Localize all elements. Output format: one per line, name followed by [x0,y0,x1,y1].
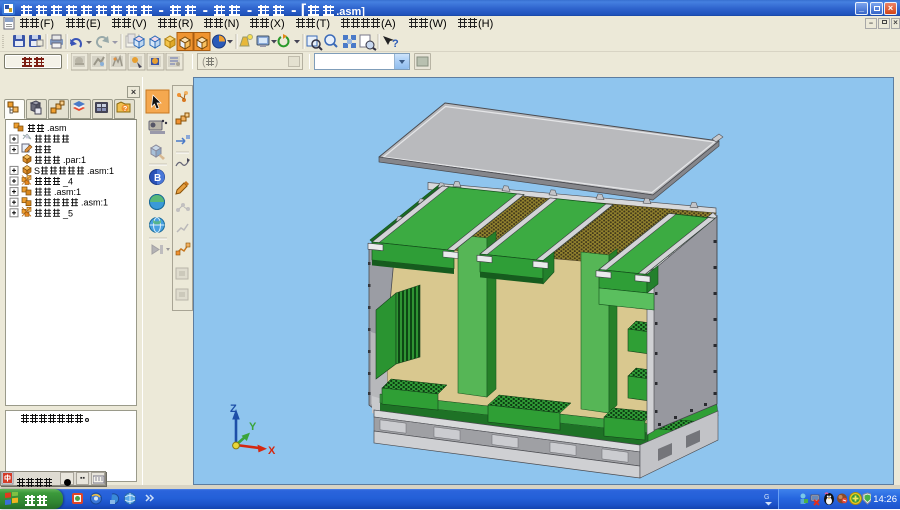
svg-text:?: ? [123,106,127,113]
svg-text:.asm:1: .asm:1 [87,166,114,176]
svg-text:.asm:1: .asm:1 [54,187,81,197]
svg-text:B: B [154,173,161,184]
svg-text:_5: _5 [62,208,73,218]
svg-text:Z: Z [230,403,237,415]
svg-text:.asm:1: .asm:1 [81,198,108,208]
svg-text:.par:1: .par:1 [63,155,86,165]
svg-text:G: G [764,494,769,501]
svg-text:?: ? [392,38,399,50]
svg-text:_4: _4 [62,177,73,187]
svg-text:X: X [268,445,276,457]
svg-text:.asm: .asm [47,123,67,133]
svg-text:S: S [34,166,40,176]
svg-text:Y: Y [249,421,257,433]
